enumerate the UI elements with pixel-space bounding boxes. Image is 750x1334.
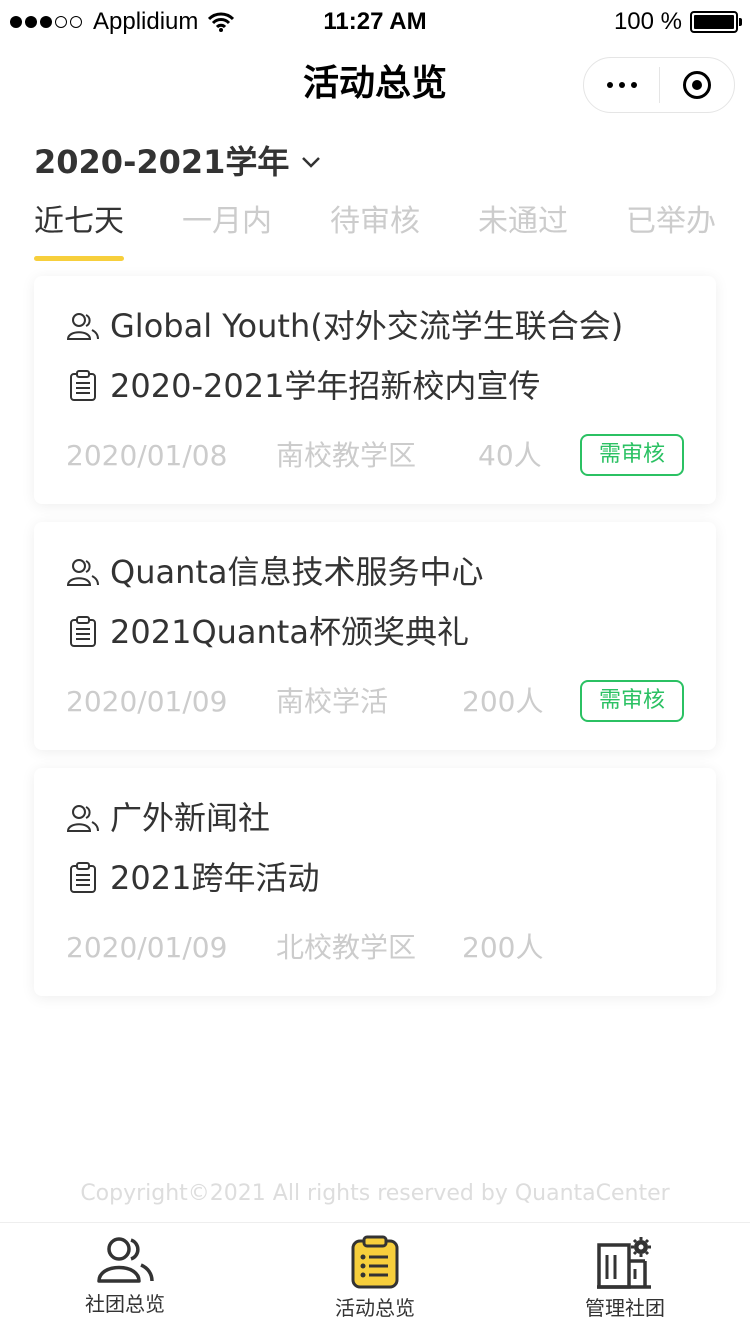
more-dot-icon — [618, 82, 625, 88]
target-icon — [683, 71, 711, 99]
activity-location: 北校教学区 — [276, 931, 417, 964]
activity-title-row: 2021Quanta杯颁奖典礼 — [66, 610, 469, 654]
battery-fill — [694, 15, 734, 29]
copyright-text: Copyright©2021 All rights reserved by Qu… — [80, 1181, 670, 1206]
activity-date: 2020/01/09 — [66, 931, 228, 964]
activity-date: 2020/01/08 — [66, 439, 228, 472]
activity-title: 2021Quanta杯颁奖典礼 — [110, 613, 469, 651]
tab-pending-review[interactable]: 待审核 — [330, 200, 420, 244]
tabbar-item-activity-overview[interactable]: 活动总览 — [250, 1223, 500, 1334]
activity-title-row: 2020-2021学年招新校内宣传 — [66, 364, 540, 408]
year-selector-value: 2020-2021学年 — [34, 143, 290, 181]
status-right: 100 % — [613, 8, 742, 36]
tabbar-label: 活动总览 — [335, 1296, 415, 1320]
activity-location: 南校学活 — [276, 685, 389, 718]
activity-club-row: Global Youth(对外交流学生联合会) — [66, 304, 623, 348]
mini-program-capsule — [583, 57, 735, 113]
tabbar-label: 管理社团 — [585, 1296, 665, 1320]
activity-title: 2021跨年活动 — [110, 859, 320, 897]
activity-count: 200人 — [462, 685, 544, 718]
activity-club: 广外新闻社 — [110, 799, 271, 837]
activity-card[interactable]: Global Youth(对外交流学生联合会) 2020-2021学年招新校内宣… — [34, 276, 716, 504]
page: Applidium 11:27 AM 100 % 活动总览 2020-2021学… — [0, 0, 750, 1334]
activity-club: Quanta信息技术服务中心 — [110, 553, 484, 591]
users-icon — [66, 309, 100, 343]
activity-title: 2020-2021学年招新校内宣传 — [110, 367, 541, 405]
close-button[interactable] — [660, 58, 734, 112]
activity-club-row: 广外新闻社 — [66, 796, 270, 840]
activity-count: 40人 — [478, 439, 542, 472]
year-selector[interactable]: 2020-2021学年 — [34, 140, 321, 184]
tabbar-item-manage-club[interactable]: 管理社团 — [500, 1223, 750, 1334]
activity-club: Global Youth(对外交流学生联合会) — [110, 307, 624, 345]
status-badge: 需审核 — [580, 680, 684, 722]
clipboard-icon — [66, 369, 100, 403]
filter-tabs: 近七天 一月内 待审核 未通过 已举办 — [0, 200, 750, 264]
battery-percent: 100 % — [613, 8, 682, 35]
tabbar-item-club-overview[interactable]: 社团总览 — [0, 1223, 250, 1334]
battery-icon — [690, 11, 742, 33]
more-dot-icon — [630, 82, 637, 88]
active-tab-indicator — [34, 256, 124, 261]
more-button[interactable] — [584, 58, 659, 112]
users-icon — [66, 801, 100, 835]
activity-club-row: Quanta信息技术服务中心 — [66, 550, 484, 594]
status-bar: Applidium 11:27 AM 100 % — [0, 0, 750, 44]
more-dot-icon — [606, 82, 613, 88]
bottom-tab-bar: 社团总览 活动总览 管理社团 — [0, 1222, 750, 1334]
activity-count: 200人 — [462, 931, 544, 964]
clipboard-list-icon — [351, 1235, 399, 1289]
activity-location: 南校教学区 — [276, 439, 417, 472]
tabbar-label: 社团总览 — [85, 1292, 165, 1316]
tab-within-month[interactable]: 一月内 — [182, 200, 272, 244]
chevron-down-icon — [302, 157, 321, 168]
clipboard-icon — [66, 861, 100, 895]
clipboard-icon — [66, 615, 100, 649]
activity-title-row: 2021跨年活动 — [66, 856, 319, 900]
users-icon — [66, 555, 100, 589]
tab-held[interactable]: 已举办 — [626, 200, 716, 244]
users-icon — [97, 1237, 154, 1283]
activity-date: 2020/01/09 — [66, 685, 228, 718]
activity-card[interactable]: 广外新闻社 2021跨年活动 2020/01/09 北校教学区 200人 — [34, 768, 716, 996]
activity-card[interactable]: Quanta信息技术服务中心 2021Quanta杯颁奖典礼 2020/01/0… — [34, 522, 716, 750]
tab-recent-week[interactable]: 近七天 — [34, 200, 124, 244]
tab-rejected[interactable]: 未通过 — [478, 200, 568, 244]
building-gear-icon — [597, 1237, 651, 1289]
status-badge: 需审核 — [580, 434, 684, 476]
